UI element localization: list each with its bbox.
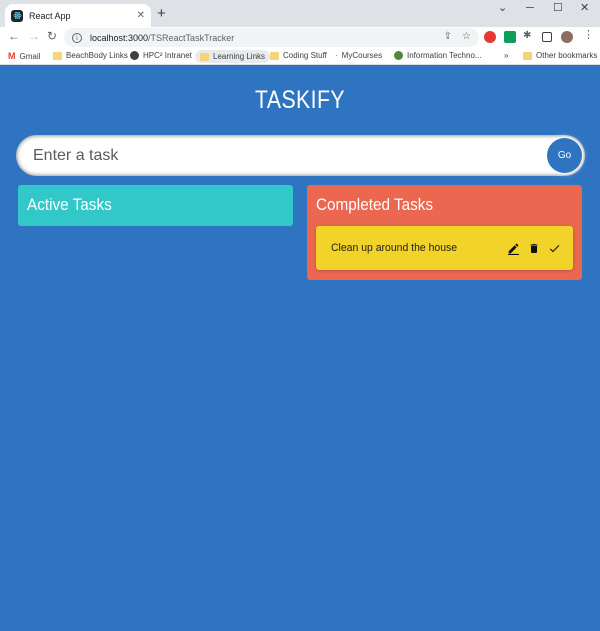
react-favicon-icon [11,9,23,22]
bookmark-learning-links[interactable]: Learning Links [195,50,271,63]
new-tab-button[interactable]: + [157,6,166,21]
app-page: TASKIFY Go Active Tasks Completed Tasks … [0,66,600,631]
folder-icon [200,52,209,61]
folder-icon [523,51,532,60]
bookmark-coding-stuff[interactable]: Coding Stuff [270,51,327,60]
tab-title: React App [29,10,71,21]
globe-icon [130,51,139,60]
reload-button[interactable]: ↻ [47,30,57,42]
site-info-icon[interactable]: i [72,32,82,43]
task-form: Go [16,135,585,176]
active-tasks-column[interactable]: Active Tasks [18,185,293,226]
browser-tabstrip: React App ✕ + ⌄ ─ ☐ ✕ [0,0,600,27]
browser-tab[interactable]: React App ✕ [5,4,151,27]
folder-icon [53,51,62,60]
tab-search-chevron-icon[interactable]: ⌄ [498,3,507,14]
globe-icon [394,51,403,60]
delete-trash-icon[interactable] [528,242,540,255]
task-input[interactable] [16,135,585,176]
page-title: TASKIFY [255,86,345,114]
completed-tasks-column[interactable]: Completed Tasks Clean up around the hous… [307,185,582,280]
done-checkmark-icon[interactable] [548,242,561,255]
task-actions [507,242,561,255]
adblock-extension-icon[interactable] [484,31,496,43]
active-tasks-title: Active Tasks [27,195,112,214]
bookmark-gmail[interactable]: M Gmail [8,51,40,61]
go-button[interactable]: Go [547,138,582,173]
back-button[interactable]: ← [8,30,20,42]
browser-menu-icon[interactable]: ⋮ [583,30,594,41]
completed-tasks-title: Completed Tasks [316,195,434,214]
side-panel-icon[interactable] [542,32,552,42]
task-card[interactable]: Clean up around the house [316,226,573,270]
bookmark-hpc-intranet[interactable]: HPC² Intranet [130,51,192,60]
bookmark-mycourses[interactable]: · MyCourses [335,51,382,60]
bookmark-beachbody-links[interactable]: BeachBody Links [53,51,128,60]
gmail-icon: M [8,51,16,61]
address-bar[interactable]: i localhost:3000/TSReactTaskTracker ⇪ ☆ [64,28,479,47]
link-icon: · [335,51,338,60]
bookmark-star-icon[interactable]: ☆ [462,31,471,42]
bookmark-information-technology[interactable]: Information Techno... [394,51,482,60]
url-text: localhost:3000/TSReactTaskTracker [90,32,235,43]
profile-avatar[interactable] [561,31,573,43]
bookmark-other-bookmarks[interactable]: Other bookmarks [523,51,597,60]
folder-icon [270,51,279,60]
tab-close-icon[interactable]: ✕ [137,10,145,21]
extensions-puzzle-icon[interactable]: ✱ [523,31,531,41]
green-extension-icon[interactable] [504,31,516,43]
edit-pencil-icon[interactable] [507,242,520,255]
maximize-button[interactable]: ☐ [553,3,563,14]
close-window-button[interactable]: ✕ [580,3,589,14]
task-text: Clean up around the house [331,242,458,254]
browser-toolbar: ← → ↻ i localhost:3000/TSReactTaskTracke… [0,27,600,48]
minimize-button[interactable]: ─ [526,3,534,14]
bookmarks-overflow-icon[interactable]: » [504,51,508,60]
bookmarks-bar: M Gmail BeachBody Links HPC² Intranet Le… [0,48,600,65]
forward-button[interactable]: → [28,30,40,42]
share-icon[interactable]: ⇪ [444,31,452,42]
